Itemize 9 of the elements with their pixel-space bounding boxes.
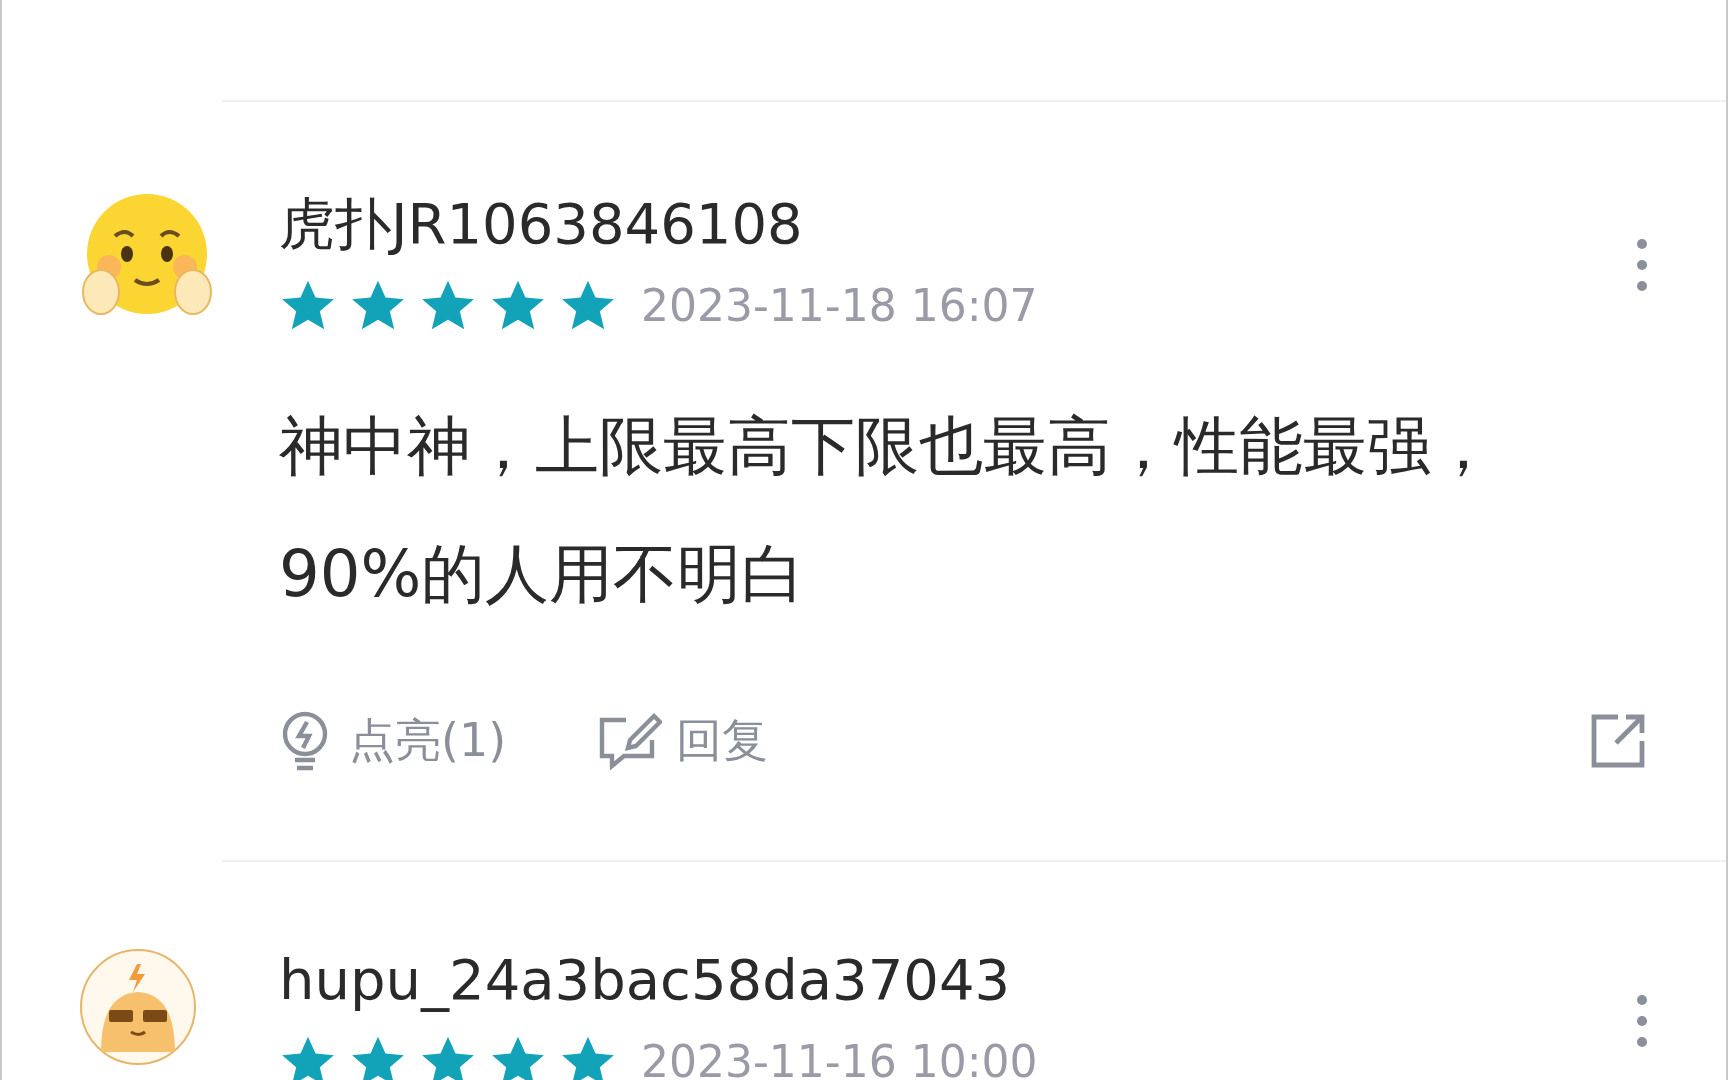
comment-date: 2023-11-16 10:00 xyxy=(641,1035,1038,1080)
comment-date: 2023-11-18 16:07 xyxy=(641,279,1038,333)
avatar-robot-icon xyxy=(79,948,197,1066)
comment-text: 神中神，上限最高下限也最高，性能最强，90%的人用不明白 xyxy=(279,408,1496,613)
more-options-icon[interactable] xyxy=(1636,238,1648,292)
username[interactable]: 虎扑JR1063846108 xyxy=(279,188,1038,260)
share-icon[interactable] xyxy=(1590,712,1646,769)
more-options-icon[interactable] xyxy=(1636,994,1648,1048)
username[interactable]: hupu_24a3bac58da37043 xyxy=(279,944,1038,1016)
